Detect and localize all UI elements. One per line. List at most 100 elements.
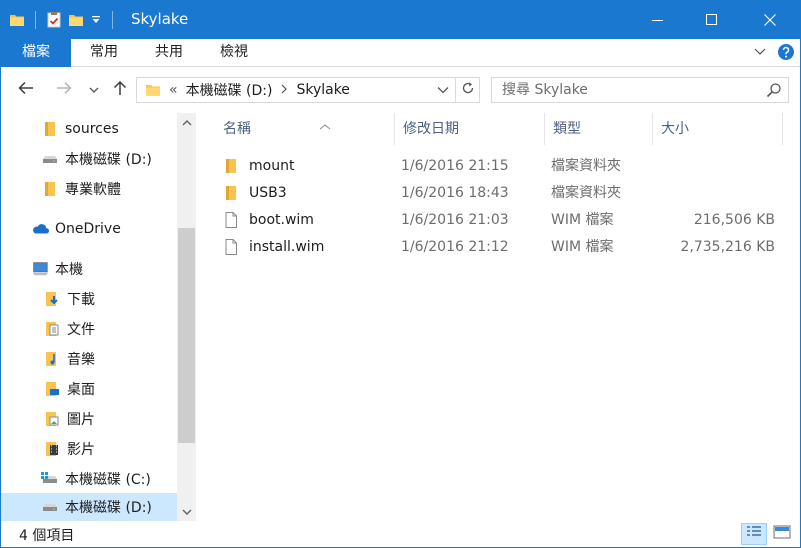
search-icon[interactable] (766, 82, 782, 98)
tree-item-professional-software[interactable]: 專業軟體 (1, 175, 177, 203)
tree-item-label: sources (65, 121, 119, 137)
folder-icon (145, 82, 161, 98)
file-icon (223, 239, 239, 255)
windows-drive-icon (41, 470, 59, 488)
column-header-date-modified[interactable]: 修改日期 (395, 113, 545, 145)
close-button[interactable] (747, 1, 793, 39)
scroll-down-button[interactable] (177, 503, 196, 521)
tree-item-label: 音樂 (67, 352, 95, 368)
column-header-size[interactable]: 大小 (653, 113, 783, 145)
tree-item-drive-c[interactable]: 本機磁碟 (C:) (1, 465, 177, 493)
large-icons-view-button[interactable] (769, 523, 795, 545)
chevron-down-icon (753, 44, 767, 62)
tree-item-drive-d[interactable]: 本機磁碟 (D:) (1, 145, 177, 173)
table-row[interactable]: mount 1/6/2016 21:15 檔案資料夾 (215, 153, 783, 179)
help-button[interactable] (777, 43, 795, 65)
folder-icon (41, 120, 59, 138)
breadcrumb-overflow[interactable]: « (169, 82, 178, 98)
up-button[interactable] (109, 79, 131, 101)
folder-icon (223, 158, 239, 174)
downloads-icon (43, 290, 61, 308)
tree-item-videos[interactable]: 影片 (1, 435, 177, 463)
tab-file[interactable]: 檔案 (1, 39, 71, 67)
column-header-type[interactable]: 類型 (545, 113, 653, 145)
drive-icon (41, 498, 59, 516)
computer-icon (31, 260, 49, 278)
toolbar-separator (112, 11, 113, 29)
chevron-right-icon[interactable] (280, 82, 288, 98)
tree-item-label: 圖片 (67, 412, 95, 428)
column-header-label: 名稱 (223, 121, 251, 137)
breadcrumb: « 本機磁碟 (D:) Skylake (145, 78, 350, 102)
tree-item-pictures[interactable]: 圖片 (1, 405, 177, 433)
table-row[interactable]: install.wim 1/6/2016 21:12 WIM 檔案 2,735,… (215, 234, 783, 260)
file-date: 1/6/2016 18:43 (401, 185, 509, 201)
breadcrumb-item[interactable]: 本機磁碟 (D:) (186, 80, 273, 100)
tree-item-drive-d-selected[interactable]: 本機磁碟 (D:) (1, 493, 177, 521)
folder-icon (223, 185, 239, 201)
file-name: USB3 (249, 185, 287, 201)
maximize-button[interactable] (689, 1, 735, 39)
breadcrumb-item[interactable]: Skylake (296, 82, 349, 98)
file-size: 216,506 KB (693, 212, 775, 228)
refresh-button[interactable] (455, 78, 479, 102)
table-row[interactable]: USB3 1/6/2016 18:43 檔案資料夾 (215, 180, 783, 206)
folder-icon (9, 12, 25, 28)
recent-locations-button[interactable] (85, 79, 103, 101)
file-size: 2,735,216 KB (680, 239, 776, 255)
customize-toolbar-icon[interactable] (90, 10, 102, 30)
up-arrow-icon (113, 80, 127, 100)
title-bar: Skylake (1, 1, 800, 39)
scroll-thumb[interactable] (178, 228, 195, 443)
tree-item-label: 本機磁碟 (D:) (65, 152, 152, 168)
videos-icon (43, 440, 61, 458)
refresh-icon (461, 81, 475, 99)
navigation-pane: sources 本機磁碟 (D:) 專業軟體 OneDrive 本機 下載 文件… (1, 113, 197, 521)
table-row[interactable]: boot.wim 1/6/2016 21:03 WIM 檔案 216,506 K… (215, 207, 783, 233)
address-bar[interactable]: « 本機磁碟 (D:) Skylake (136, 77, 480, 103)
properties-icon[interactable] (46, 12, 62, 28)
expand-ribbon-button[interactable] (753, 44, 767, 62)
file-name: boot.wim (249, 212, 314, 228)
tree-item-onedrive[interactable]: OneDrive (1, 215, 177, 243)
tab-view[interactable]: 檢視 (203, 39, 265, 67)
chevron-down-icon (89, 83, 99, 98)
chevron-down-icon (437, 83, 449, 98)
address-history-button[interactable] (433, 78, 453, 102)
onedrive-icon (31, 220, 49, 238)
drive-icon (41, 150, 59, 168)
new-folder-icon[interactable] (68, 12, 84, 28)
back-arrow-icon (18, 81, 34, 99)
search-box[interactable] (491, 77, 789, 103)
file-type: 檔案資料夾 (551, 185, 621, 201)
tree-item-downloads[interactable]: 下載 (1, 285, 177, 313)
file-name: mount (249, 158, 295, 174)
forward-button[interactable] (53, 79, 75, 101)
status-bar: 4 個項目 (1, 521, 800, 547)
sort-ascending-icon (319, 111, 331, 130)
chevron-up-icon (182, 115, 192, 130)
tab-home[interactable]: 常用 (73, 39, 135, 67)
minimize-button[interactable] (635, 1, 681, 39)
explorer-window: Skylake 檔案 常用 共用 檢視 « 本機磁碟 (D:) Skylake … (0, 0, 801, 548)
tree-item-documents[interactable]: 文件 (1, 315, 177, 343)
details-view-icon (746, 525, 762, 543)
nav-pane-scrollbar[interactable] (177, 113, 196, 521)
file-date: 1/6/2016 21:03 (401, 212, 509, 228)
tree-item-label: 影片 (67, 442, 95, 458)
tree-item-desktop[interactable]: 桌面 (1, 375, 177, 403)
tree-item-this-pc[interactable]: 本機 (1, 255, 177, 283)
tree-item-sources[interactable]: sources (1, 115, 177, 143)
ribbon-tabs: 檔案 常用 共用 檢視 (1, 39, 800, 67)
search-input[interactable] (492, 78, 762, 102)
file-date: 1/6/2016 21:15 (401, 158, 509, 174)
back-button[interactable] (15, 79, 37, 101)
help-icon (777, 43, 795, 65)
tree-item-label: 桌面 (67, 382, 95, 398)
scroll-up-button[interactable] (177, 113, 196, 131)
tree-item-music[interactable]: 音樂 (1, 345, 177, 373)
column-header-name[interactable]: 名稱 (215, 113, 395, 145)
tab-share[interactable]: 共用 (138, 39, 200, 67)
details-view-button[interactable] (741, 523, 767, 545)
tree-item-label: 文件 (67, 322, 95, 338)
